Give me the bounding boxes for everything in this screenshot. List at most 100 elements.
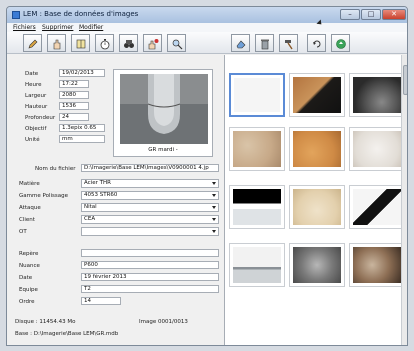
thumbnail-image bbox=[234, 78, 280, 112]
client-label: Client bbox=[19, 217, 35, 223]
attaque-value: Nital bbox=[84, 204, 97, 210]
hand-lens-icon[interactable] bbox=[167, 34, 186, 52]
date-label: Date bbox=[25, 71, 39, 77]
thumbnail[interactable] bbox=[289, 185, 345, 229]
thumbnail[interactable] bbox=[349, 243, 405, 287]
app-window: LEM : Base de données d'images – □ ✕ Fic… bbox=[6, 6, 408, 346]
thumbnail[interactable] bbox=[349, 185, 405, 229]
base-status: Base : D:\Imagerie\Base LEM\GR.mdb bbox=[15, 331, 119, 337]
minimize-button[interactable]: – bbox=[340, 9, 360, 20]
gamme-value: 4053 STR60 bbox=[84, 192, 118, 198]
unite-field[interactable]: mm bbox=[59, 135, 105, 143]
recycle-icon[interactable] bbox=[331, 34, 350, 52]
thumbnail-image bbox=[293, 77, 341, 113]
dropdown-arrow-icon bbox=[212, 206, 216, 209]
thumbnail-image bbox=[353, 77, 401, 113]
matiere-select[interactable]: Acier THR bbox=[81, 179, 219, 188]
vertical-scrollbar[interactable] bbox=[401, 55, 407, 345]
menu-modifier[interactable]: Modifier bbox=[79, 24, 103, 31]
scrollbar-thumb[interactable] bbox=[403, 65, 407, 95]
equipe-label: Equipe bbox=[19, 287, 38, 293]
heure-field[interactable]: 17:22 bbox=[59, 80, 89, 88]
date-field[interactable]: 19/02/2013 bbox=[59, 69, 105, 77]
window-title: LEM : Base de données d'images bbox=[23, 10, 139, 18]
image-preview: GR mardi - bbox=[113, 69, 213, 157]
image-status: Image 0001/0013 bbox=[139, 319, 188, 325]
menu-bar: Fichiers Supprimer Modifier bbox=[7, 23, 407, 32]
thumbnail[interactable] bbox=[289, 243, 345, 287]
thumbnail-grid bbox=[224, 55, 407, 345]
ordre-label: Ordre bbox=[19, 299, 35, 305]
thumbnail[interactable] bbox=[229, 127, 285, 171]
nuance-field[interactable]: P600 bbox=[81, 261, 219, 269]
ot-label: OT bbox=[19, 229, 27, 235]
stopwatch-icon[interactable] bbox=[95, 34, 114, 52]
hand-icon[interactable] bbox=[47, 34, 66, 52]
unite-label: Unité bbox=[25, 137, 40, 143]
trash-icon[interactable] bbox=[255, 34, 274, 52]
preview-image bbox=[120, 74, 208, 144]
repere-field[interactable] bbox=[81, 249, 219, 257]
profondeur-field[interactable]: 24 bbox=[59, 113, 89, 121]
binoculars-icon[interactable] bbox=[119, 34, 138, 52]
thumbnail[interactable] bbox=[289, 73, 345, 117]
matiere-value: Acier THR bbox=[84, 180, 111, 186]
repere-label: Repère bbox=[19, 251, 39, 257]
client-select[interactable]: CEA bbox=[81, 215, 219, 224]
title-bar: LEM : Base de données d'images – □ ✕ bbox=[7, 7, 407, 23]
gamme-label: Gamme Polissage bbox=[19, 193, 68, 199]
disk-status: Disque : 11454.43 Mo bbox=[15, 319, 76, 325]
equipe-field[interactable]: T2 bbox=[81, 285, 219, 293]
close-button[interactable]: ✕ bbox=[382, 9, 406, 20]
dropdown-arrow-icon bbox=[212, 194, 216, 197]
thumbnail-image bbox=[293, 247, 341, 283]
date2-label: Date bbox=[19, 275, 33, 281]
add-hand-icon[interactable] bbox=[143, 34, 162, 52]
toolbar bbox=[7, 32, 407, 54]
pencil-icon[interactable] bbox=[23, 34, 42, 52]
thumbnail[interactable] bbox=[349, 73, 405, 117]
largeur-label: Largeur bbox=[25, 93, 47, 99]
details-panel: Date 19/02/2013 Heure 17:22 Largeur 2080… bbox=[7, 55, 221, 345]
attaque-select[interactable]: Nital bbox=[81, 203, 219, 212]
dropdown-arrow-icon bbox=[212, 218, 216, 221]
objectif-label: Objectif bbox=[25, 126, 47, 132]
thumbnail[interactable] bbox=[289, 127, 345, 171]
ordre-field[interactable]: 14 bbox=[81, 297, 121, 305]
preview-caption: GR mardi - bbox=[148, 147, 178, 153]
filename-label: Nom du fichier bbox=[35, 166, 76, 172]
thumbnail[interactable] bbox=[349, 127, 405, 171]
filename-field[interactable]: D:\Imagerie\Base LEM\Images\V0900001 4.j… bbox=[81, 164, 219, 172]
profondeur-label: Profondeur bbox=[25, 115, 56, 121]
dropdown-arrow-icon bbox=[212, 182, 216, 185]
heure-label: Heure bbox=[25, 82, 42, 88]
eraser-icon[interactable] bbox=[231, 34, 250, 52]
attaque-label: Attaque bbox=[19, 205, 41, 211]
gamme-select[interactable]: 4053 STR60 bbox=[81, 191, 219, 200]
app-icon bbox=[12, 11, 20, 19]
dropdown-arrow-icon bbox=[212, 230, 216, 233]
ot-select[interactable] bbox=[81, 227, 219, 236]
largeur-field[interactable]: 2080 bbox=[59, 91, 89, 99]
maximize-button[interactable]: □ bbox=[361, 9, 381, 20]
thumbnail-image bbox=[353, 189, 401, 225]
thumbnail-image bbox=[233, 247, 281, 283]
thumbnail-image bbox=[353, 131, 401, 167]
book-icon[interactable] bbox=[71, 34, 90, 52]
thumbnail-image bbox=[353, 247, 401, 283]
rotate-icon[interactable] bbox=[307, 34, 326, 52]
menu-supprimer[interactable]: Supprimer bbox=[42, 24, 73, 31]
thumbnail-image bbox=[293, 131, 341, 167]
hauteur-field[interactable]: 1536 bbox=[59, 102, 89, 110]
menu-fichiers[interactable]: Fichiers bbox=[13, 24, 36, 31]
thumbnail-image bbox=[293, 189, 341, 225]
thumbnail[interactable] bbox=[229, 73, 285, 117]
client-value: CEA bbox=[84, 216, 96, 222]
matiere-label: Matière bbox=[19, 181, 40, 187]
date2-field[interactable]: 19 février 2013 bbox=[81, 273, 219, 281]
thumbnail[interactable] bbox=[229, 185, 285, 229]
hammer-icon[interactable] bbox=[279, 34, 298, 52]
objectif-field[interactable]: 1.3epix 0.65 bbox=[59, 124, 105, 132]
hauteur-label: Hauteur bbox=[25, 104, 48, 110]
thumbnail[interactable] bbox=[229, 243, 285, 287]
